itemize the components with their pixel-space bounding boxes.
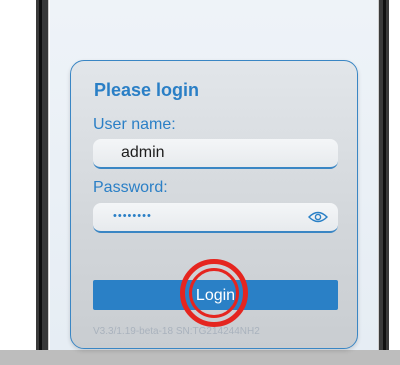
version-text: V3.3/1.19-beta-18 SN:TG214244NH2 [93, 326, 260, 337]
eye-icon[interactable] [308, 210, 328, 224]
username-field[interactable]: admin [93, 139, 338, 169]
bottom-bar [0, 350, 400, 365]
login-title: Please login [94, 80, 200, 100]
password-value: •••••••• [113, 210, 152, 222]
device-frame-right [378, 0, 389, 350]
password-label: Password: [93, 179, 168, 196]
password-field[interactable]: •••••••• [93, 203, 338, 233]
highlight-ring-inner [189, 268, 239, 318]
username-value: admin [121, 144, 165, 161]
username-label: User name: [93, 116, 176, 133]
device-frame-left [36, 0, 49, 350]
